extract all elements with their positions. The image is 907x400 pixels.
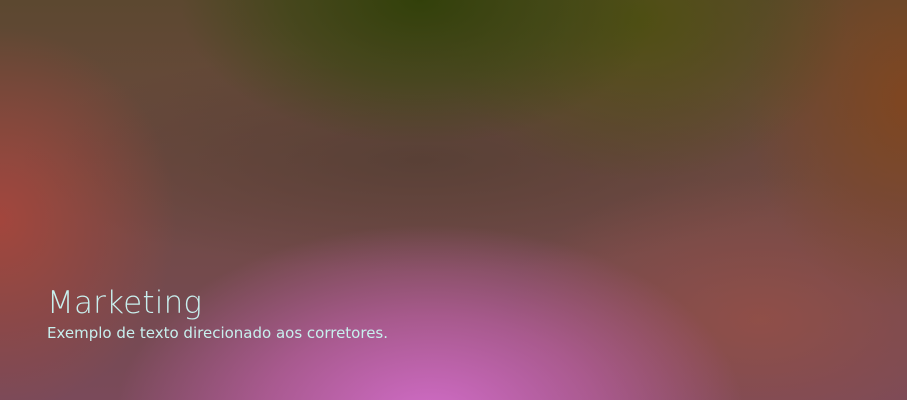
banner-caption: Marketing Exemplo de texto direcionado a… <box>47 283 388 343</box>
banner-title: Marketing <box>47 285 203 321</box>
banner-subtitle: Exemplo de texto direcionado aos correto… <box>47 324 389 342</box>
marketing-banner: Marketing Exemplo de texto direcionado a… <box>0 0 907 400</box>
